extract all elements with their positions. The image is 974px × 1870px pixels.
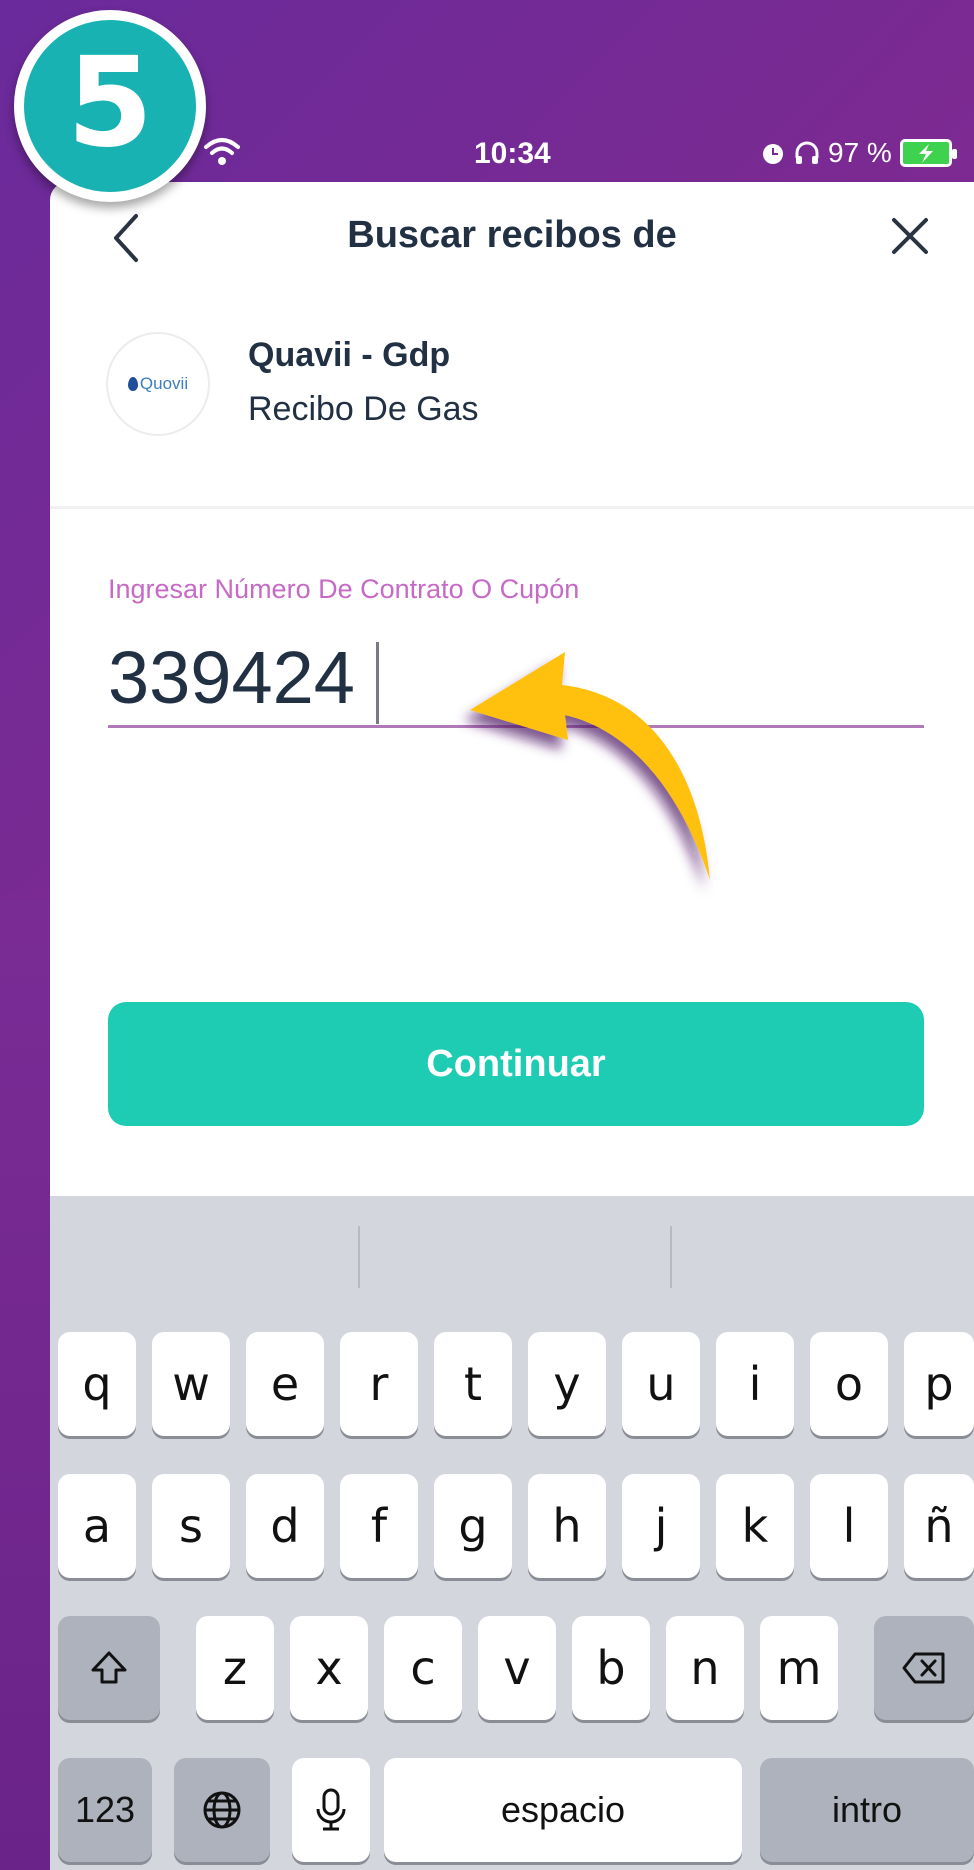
key-p[interactable]: p: [904, 1332, 974, 1436]
suggestion-divider: [358, 1226, 360, 1288]
key-v[interactable]: v: [478, 1616, 556, 1720]
status-right-icons: 97 %: [760, 136, 957, 170]
key-m[interactable]: m: [760, 1616, 838, 1720]
battery-percent: 97 %: [828, 137, 892, 168]
suggestion-divider: [670, 1226, 672, 1288]
globe-key[interactable]: [174, 1758, 270, 1862]
battery-charging-icon: [899, 139, 957, 167]
return-key[interactable]: intro: [760, 1758, 974, 1862]
alarm-icon: [763, 144, 783, 164]
key-f[interactable]: f: [340, 1474, 418, 1578]
provider-info: Quovii Quavii - Gdp Recibo De Gas: [50, 332, 974, 492]
key-y[interactable]: y: [528, 1332, 606, 1436]
key-n-tilde[interactable]: ñ: [904, 1474, 974, 1578]
key-x[interactable]: x: [290, 1616, 368, 1720]
wifi-icon: [204, 138, 240, 165]
provider-type: Recibo De Gas: [248, 390, 479, 428]
key-c[interactable]: c: [384, 1616, 462, 1720]
shift-arrow-icon: [91, 1651, 127, 1684]
shift-key[interactable]: [58, 1616, 160, 1720]
numbers-key[interactable]: 123: [58, 1758, 152, 1862]
microphone-icon: [316, 1788, 346, 1831]
page-title: Buscar recibos de: [347, 214, 677, 256]
text-caret: [376, 642, 379, 724]
key-e[interactable]: e: [246, 1332, 324, 1436]
key-s[interactable]: s: [152, 1474, 230, 1578]
key-g[interactable]: g: [434, 1474, 512, 1578]
key-d[interactable]: d: [246, 1474, 324, 1578]
key-i[interactable]: i: [716, 1332, 794, 1436]
pointer-arrow-icon: [470, 652, 710, 880]
key-w[interactable]: w: [152, 1332, 230, 1436]
step-number-badge: 5: [14, 10, 206, 202]
provider-logo-text: Quovii: [139, 374, 189, 393]
provider-name: Quavii - Gdp: [248, 336, 451, 374]
continue-button[interactable]: Continuar: [108, 1002, 924, 1126]
key-r[interactable]: r: [340, 1332, 418, 1436]
key-b[interactable]: b: [572, 1616, 650, 1720]
header: Buscar recibos de: [50, 182, 974, 292]
keyboard: q w e r t y u i o p a s d f g h j k l ñ …: [50, 1196, 974, 1870]
backspace-icon: [902, 1652, 945, 1684]
globe-icon: [203, 1791, 241, 1829]
delete-key[interactable]: [874, 1616, 974, 1720]
dictation-key[interactable]: [292, 1758, 370, 1862]
key-k[interactable]: k: [716, 1474, 794, 1578]
status-time: 10:34: [474, 137, 551, 170]
step-number: 5: [66, 31, 154, 175]
headphones-icon: [795, 141, 819, 164]
close-icon[interactable]: [888, 214, 932, 258]
contract-number-label: Ingresar Número De Contrato O Cupón: [108, 574, 580, 604]
key-z[interactable]: z: [196, 1616, 274, 1720]
divider: [50, 506, 974, 509]
key-q[interactable]: q: [58, 1332, 136, 1436]
key-u[interactable]: u: [622, 1332, 700, 1436]
drop-icon: [127, 377, 138, 391]
provider-logo: Quovii: [106, 332, 210, 436]
key-a[interactable]: a: [58, 1474, 136, 1578]
space-key[interactable]: espacio: [384, 1758, 742, 1862]
key-h[interactable]: h: [528, 1474, 606, 1578]
key-o[interactable]: o: [810, 1332, 888, 1436]
key-t[interactable]: t: [434, 1332, 512, 1436]
key-l[interactable]: l: [810, 1474, 888, 1578]
key-j[interactable]: j: [622, 1474, 700, 1578]
key-n[interactable]: n: [666, 1616, 744, 1720]
